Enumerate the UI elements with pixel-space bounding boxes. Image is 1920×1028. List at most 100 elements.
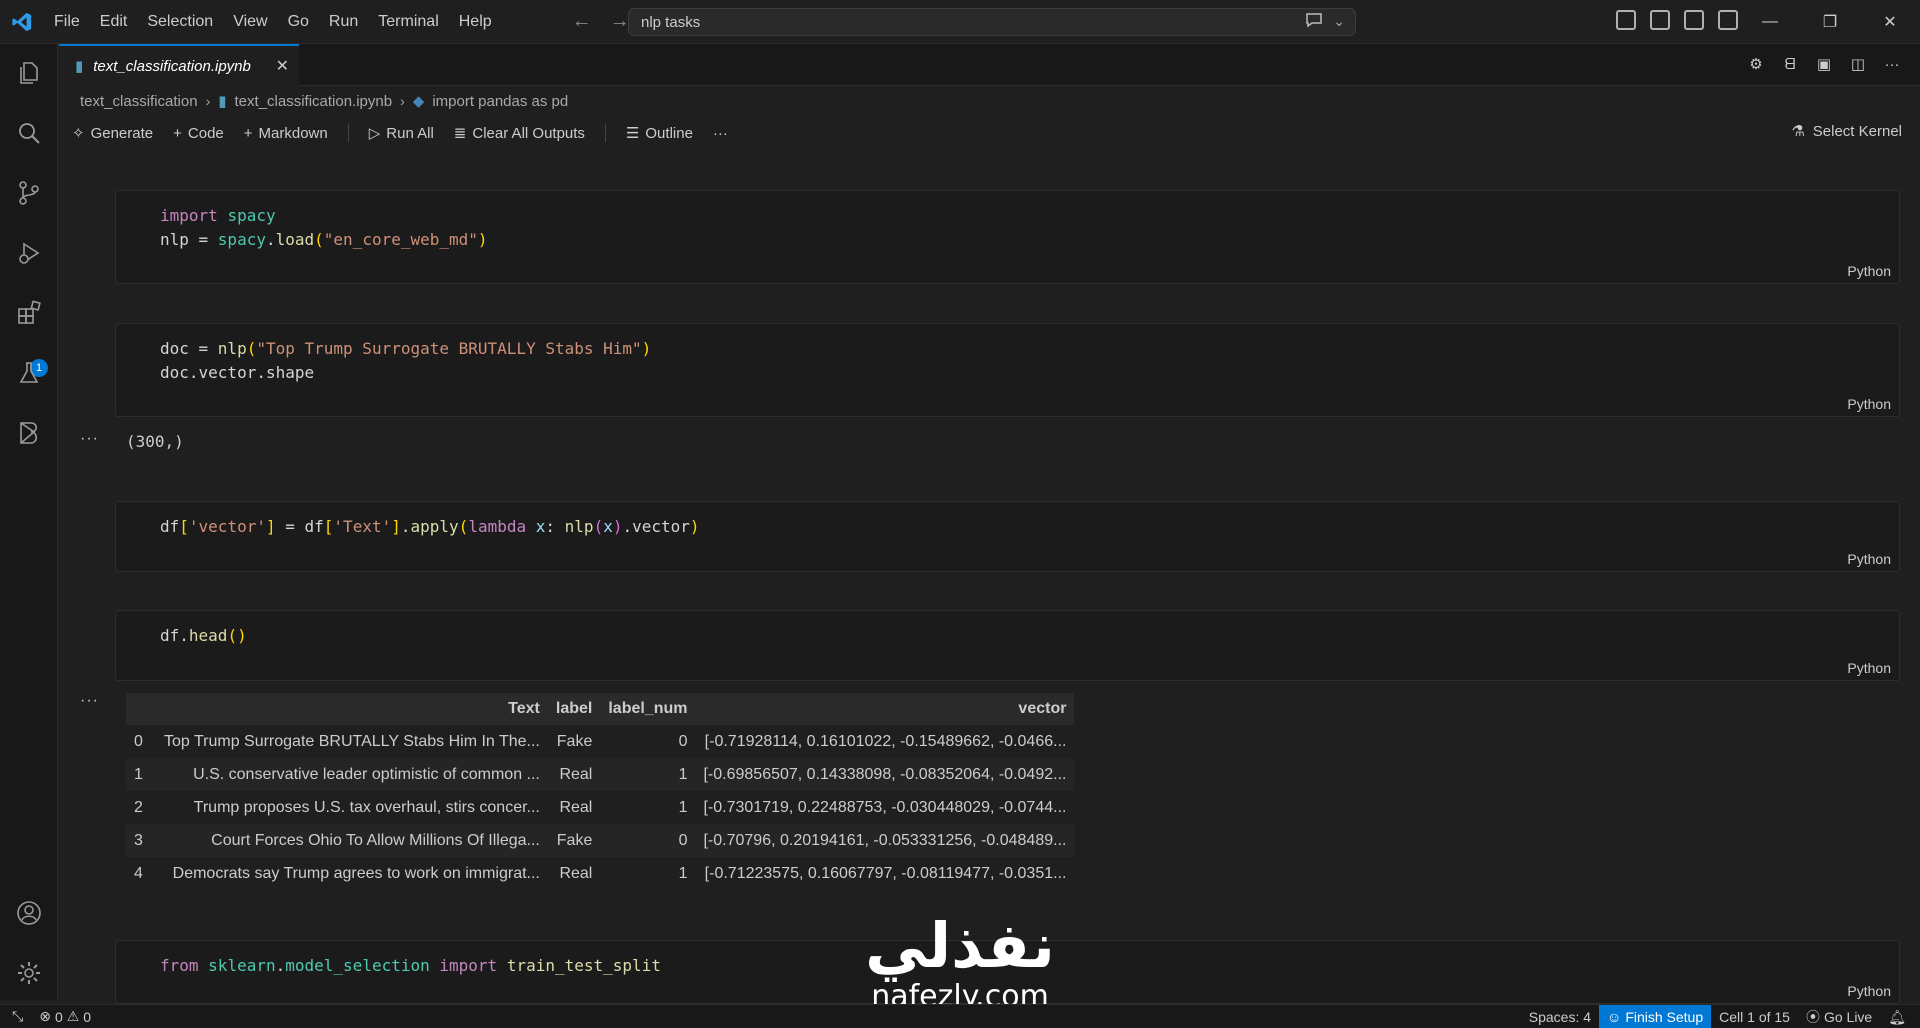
extensions-icon[interactable] — [14, 298, 44, 328]
tab-title: text_classification.ipynb — [93, 57, 251, 75]
broadcast-icon: ⦿ — [1805, 1009, 1820, 1025]
copilot-icon[interactable]: ᗺ — [1780, 54, 1800, 74]
notebook-variables-icon[interactable]: ▣ — [1814, 54, 1834, 74]
code-cell[interactable]: df.head() Python — [115, 610, 1900, 681]
menu-terminal[interactable]: Terminal — [368, 13, 448, 31]
cell-code[interactable]: import spacy nlp = spacy.load("en_core_w… — [116, 191, 1899, 252]
testing-flask-icon[interactable] — [14, 358, 44, 388]
table-cell: [-0.71223575, 0.16067797, -0.08119477, -… — [695, 857, 1075, 890]
tab-close-icon[interactable]: ✕ — [276, 56, 289, 76]
restore-icon[interactable]: ❐ — [1800, 0, 1860, 44]
select-kernel-label: Select Kernel — [1812, 122, 1902, 140]
editor-tab-bar: ▮ text_classification.ipynb ✕ ⚙ ᗺ ▣ ◫ ··… — [59, 44, 1920, 86]
cell-language-label[interactable]: Python — [1847, 263, 1891, 279]
run-all-button[interactable]: ▷ Run All — [368, 124, 434, 143]
customize-layout-icon[interactable] — [1616, 10, 1636, 30]
generate-button[interactable]: ✧ Generate — [72, 124, 153, 143]
nav-arrows: ← → — [572, 10, 630, 33]
table-header-vector: vector — [695, 693, 1075, 725]
menu-go[interactable]: Go — [278, 13, 319, 31]
more-toolbar-button[interactable]: ··· — [713, 125, 728, 142]
chevron-down-icon[interactable]: ⌄ — [1333, 13, 1345, 30]
status-bar-right: Spaces: 4 ☺ Finish Setup Cell 1 of 15 ⦿ … — [1521, 1005, 1920, 1028]
settings-gear-icon[interactable] — [14, 958, 44, 988]
more-actions-icon[interactable]: ··· — [1882, 54, 1902, 74]
source-control-icon[interactable] — [14, 178, 44, 208]
code-cell[interactable]: doc = nlp("Top Trump Surrogate BRUTALLY … — [115, 323, 1900, 417]
problems-indicator[interactable]: ⊗ 0 ⚠ 0 — [31, 1005, 99, 1028]
cell-language-label[interactable]: Python — [1847, 551, 1891, 567]
copilot-chat-icon[interactable] — [14, 418, 44, 448]
add-markdown-button[interactable]: + Markdown — [244, 125, 328, 142]
cell-code[interactable]: doc = nlp("Top Trump Surrogate BRUTALLY … — [116, 324, 1899, 385]
explorer-icon[interactable] — [14, 58, 44, 88]
toggle-panel-icon[interactable] — [1684, 10, 1704, 30]
cell-language-label[interactable]: Python — [1847, 396, 1891, 412]
output-more-icon[interactable]: ··· — [80, 692, 99, 710]
finish-setup-button[interactable]: ☺ Finish Setup — [1599, 1005, 1712, 1028]
breadcrumb-folder[interactable]: text_classification — [80, 93, 198, 110]
split-editor-icon[interactable]: ◫ — [1848, 54, 1868, 74]
cell-code[interactable]: df.head() — [116, 611, 1899, 648]
back-arrow-icon[interactable]: ← — [572, 10, 592, 33]
cell-language-label[interactable]: Python — [1847, 660, 1891, 676]
table-header-label: label — [547, 693, 601, 725]
menu-selection[interactable]: Selection — [137, 13, 223, 31]
go-live-button[interactable]: ⦿ Go Live — [1798, 1005, 1880, 1028]
notebook-file-icon: ▮ — [75, 58, 84, 75]
activity-bar: 1 — [0, 44, 58, 1000]
tab-text-classification[interactable]: ▮ text_classification.ipynb ✕ — [59, 44, 299, 86]
table-cell: [-0.7301719, 0.22488753, -0.030448029, -… — [695, 791, 1075, 824]
select-kernel-button[interactable]: ⚗ Select Kernel — [1791, 122, 1902, 141]
add-code-button[interactable]: + Code — [173, 125, 224, 142]
menu-file[interactable]: File — [44, 13, 90, 31]
toolbar-divider — [347, 124, 349, 142]
run-debug-icon[interactable] — [14, 238, 44, 268]
menu-run[interactable]: Run — [319, 13, 368, 31]
notifications-bell-icon[interactable]: 🔔︎ — [1880, 1005, 1920, 1028]
forward-arrow-icon[interactable]: → — [610, 10, 630, 33]
table-header-index — [126, 693, 156, 725]
run-all-label: Run All — [386, 124, 434, 142]
table-cell: Real — [547, 758, 601, 791]
layout-controls — [1616, 10, 1738, 30]
toggle-primary-sidebar-icon[interactable] — [1650, 10, 1670, 30]
clear-all-outputs-button[interactable]: ≣ Clear All Outputs — [454, 124, 585, 143]
error-icon: ⊗ — [39, 1008, 51, 1024]
outline-button[interactable]: ☰ Outline — [626, 124, 693, 143]
table-cell: 2 — [126, 791, 156, 824]
command-center-search[interactable]: nlp tasks ⌄ — [628, 8, 1356, 36]
status-bar: ⤡ ⊗ 0 ⚠ 0 Spaces: 4 ☺ Finish Setup Cell … — [0, 1004, 1920, 1028]
code-cell[interactable]: df['vector'] = df['Text'].apply(lambda x… — [115, 501, 1900, 572]
menu-help[interactable]: Help — [449, 13, 502, 31]
remote-icon[interactable]: ⤡ — [0, 1005, 31, 1028]
menu-view[interactable]: View — [223, 13, 277, 31]
close-window-icon[interactable]: ✕ — [1860, 0, 1920, 44]
account-icon[interactable] — [14, 898, 44, 928]
go-live-label: Go Live — [1823, 1009, 1873, 1025]
output-more-icon[interactable]: ··· — [80, 430, 99, 448]
outline-label: Outline — [645, 124, 693, 142]
toggle-secondary-sidebar-icon[interactable] — [1718, 10, 1738, 30]
table-cell: Trump proposes U.S. tax overhaul, stirs … — [156, 791, 548, 824]
play-icon: ▷ — [368, 125, 381, 142]
minimize-icon[interactable]: — — [1740, 0, 1800, 44]
plus-icon: + — [243, 124, 253, 142]
chat-icon[interactable] — [1305, 12, 1323, 31]
menu-bar: File Edit Selection View Go Run Terminal… — [44, 0, 502, 43]
cell-code[interactable]: df['vector'] = df['Text'].apply(lambda x… — [116, 502, 1899, 539]
clear-outputs-label: Clear All Outputs — [472, 124, 585, 142]
notebook-settings-gear-icon[interactable]: ⚙ — [1746, 54, 1766, 74]
cell-position-status[interactable]: Cell 1 of 15 — [1711, 1005, 1798, 1028]
table-cell: 0 — [600, 824, 696, 857]
menu-edit[interactable]: Edit — [90, 13, 138, 31]
search-icon[interactable] — [14, 118, 44, 148]
breadcrumb-symbol[interactable]: import pandas as pd — [432, 93, 568, 110]
search-value: nlp tasks — [641, 13, 701, 31]
code-cell[interactable]: import spacy nlp = spacy.load("en_core_w… — [115, 190, 1900, 284]
breadcrumb-file[interactable]: text_classification.ipynb — [235, 93, 393, 110]
table-row: 1 U.S. conservative leader optimistic of… — [126, 758, 1075, 791]
indentation-status[interactable]: Spaces: 4 — [1521, 1005, 1599, 1028]
window-controls: — ❐ ✕ — [1740, 0, 1920, 44]
cell-language-label[interactable]: Python — [1847, 983, 1891, 999]
